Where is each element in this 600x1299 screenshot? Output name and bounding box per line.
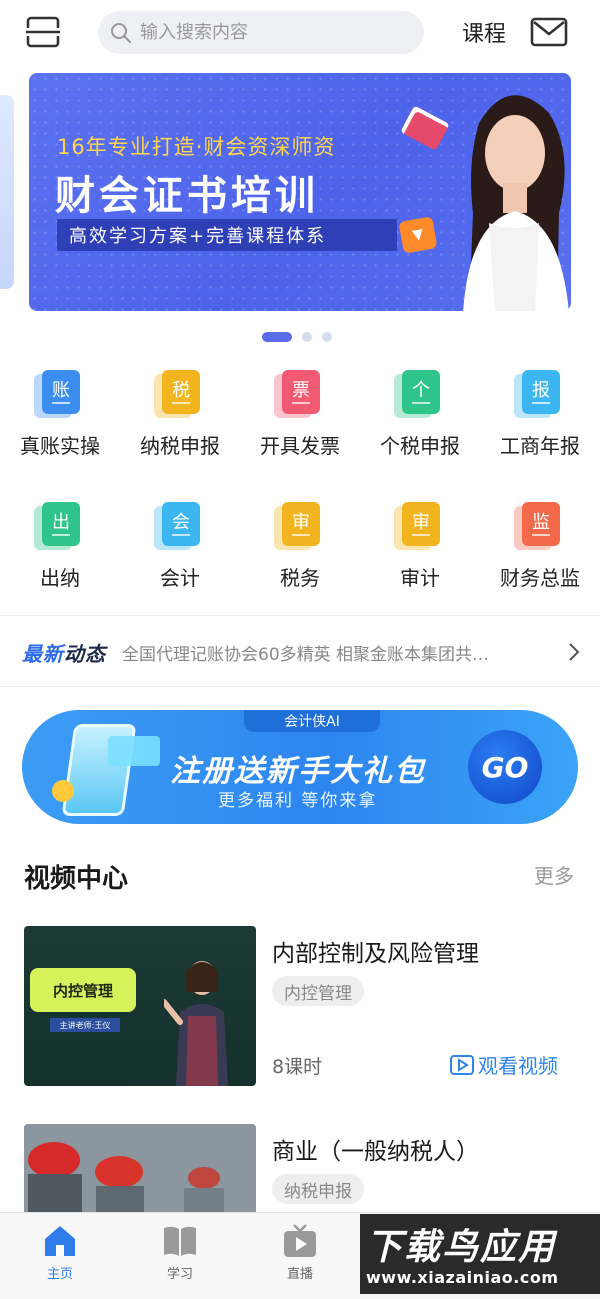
watch-video-button[interactable]: 观看视频 <box>450 1050 558 1079</box>
promo-banner[interactable]: 16年专业打造·财会资深师资 财会证书培训 高效学习方案+完善课程体系 ▼ <box>29 73 571 311</box>
menu-item-cfo[interactable]: 监 财务总监 <box>480 502 600 591</box>
video-card[interactable]: 内控管理 主讲老师:王仪 内部控制及风险管理 内控管理 8课时 观看视频 <box>24 926 576 1088</box>
feature-grid-row-1: 账 真账实操 税 纳税申报 票 开具发票 个 个税申报 报 工商年报 <box>0 370 600 459</box>
invoice-icon: 票 <box>274 370 326 422</box>
banner-model-image <box>463 95 569 311</box>
banner-peek-prev[interactable] <box>0 95 14 289</box>
banner-subtitle: 16年专业打造·财会资深师资 <box>57 135 336 159</box>
scan-icon[interactable] <box>26 16 60 48</box>
menu-item-cashier[interactable]: 出 出纳 <box>0 502 120 591</box>
menu-item-personal-tax[interactable]: 个 个税申报 <box>360 370 480 459</box>
news-headline[interactable]: 全国代理记账协会60多精英 相聚金账本集团共… <box>122 640 532 665</box>
video-title[interactable]: 商业（一般纳税人） <box>272 1132 479 1166</box>
menu-label: 出纳 <box>40 566 80 590</box>
pager-dot-active[interactable] <box>262 332 292 342</box>
section-title-video-center: 视频中心 <box>24 864 129 894</box>
home-icon <box>45 1226 75 1256</box>
pager-dot[interactable] <box>322 332 332 342</box>
banner-pager <box>262 332 332 342</box>
ledger-icon: 账 <box>34 370 86 422</box>
menu-item-accounting[interactable]: 会 会计 <box>120 502 240 591</box>
more-link[interactable]: 更多 <box>534 860 574 889</box>
accounting-icon: 会 <box>154 502 206 554</box>
news-badge: 最新动态 <box>22 641 106 666</box>
pager-dot[interactable] <box>302 332 312 342</box>
audit-icon: 审 <box>394 502 446 554</box>
mail-icon[interactable] <box>530 16 568 48</box>
signup-promo-banner[interactable]: 会计侠AI 注册送新手大礼包 更多福利 等你来拿 GO <box>22 710 578 824</box>
menu-label: 税务 <box>280 566 320 590</box>
menu-item-annual-report[interactable]: 报 工商年报 <box>480 370 600 459</box>
banner-tagline: 高效学习方案+完善课程体系 <box>57 219 397 251</box>
nav-label: 主页 <box>46 1267 73 1282</box>
nav-item-home[interactable]: 主页 <box>0 1213 120 1299</box>
go-button[interactable]: GO <box>468 730 542 804</box>
watch-video-label: 观看视频 <box>478 1054 558 1078</box>
menu-item-invoice[interactable]: 票 开具发票 <box>240 370 360 459</box>
video-tag: 内控管理 <box>272 976 364 1006</box>
banner-title: 财会证书培训 <box>55 173 319 219</box>
tax-icon: 税 <box>154 370 206 422</box>
video-tag: 纳税申报 <box>272 1174 364 1204</box>
search-icon <box>111 22 132 43</box>
feature-grid-row-2: 出 出纳 会 会计 审 税务 审 审计 监 财务总监 <box>0 502 600 591</box>
promo-tag: 会计侠AI <box>244 710 380 732</box>
coin-illustration <box>52 780 74 802</box>
cashier-icon: 出 <box>34 502 86 554</box>
watermark-url: www.xiazainiao.com <box>366 1268 559 1287</box>
search-input[interactable] <box>140 22 400 43</box>
menu-label: 会计 <box>160 566 200 590</box>
menu-item-audit[interactable]: 审 审计 <box>360 502 480 591</box>
menu-label: 个税申报 <box>380 434 460 458</box>
watermark-overlay: 下载鸟应用 www.xiazainiao.com <box>360 1214 600 1294</box>
menu-item-real-accounts[interactable]: 账 真账实操 <box>0 370 120 459</box>
promo-subtitle: 更多福利 等你来拿 <box>218 791 378 811</box>
menu-label: 财务总监 <box>500 566 580 590</box>
play-triangle-icon: ▼ <box>398 216 438 254</box>
watermark-text: 下载鸟应用 <box>366 1227 557 1268</box>
video-title[interactable]: 内部控制及风险管理 <box>272 934 479 968</box>
report-icon: 报 <box>514 370 566 422</box>
search-bar[interactable] <box>98 11 424 54</box>
nav-item-study[interactable]: 学习 <box>120 1213 240 1299</box>
top-bar: 课程 <box>0 0 600 66</box>
menu-label: 工商年报 <box>500 434 580 458</box>
chevron-right-icon[interactable] <box>566 642 582 662</box>
book-icon <box>164 1226 196 1256</box>
promo-title: 注册送新手大礼包 <box>170 754 426 789</box>
menu-label: 审计 <box>400 566 440 590</box>
teacher-image <box>164 961 228 1086</box>
taxation-icon: 审 <box>274 502 326 554</box>
thumbnail-teacher-name: 主讲老师:王仪 <box>50 1018 120 1032</box>
divider <box>0 686 600 687</box>
course-link[interactable]: 课程 <box>462 16 506 48</box>
personal-tax-icon: 个 <box>394 370 446 422</box>
divider <box>0 615 600 616</box>
menu-label: 开具发票 <box>260 434 340 458</box>
play-icon <box>450 1054 474 1075</box>
tv-play-icon <box>284 1224 316 1257</box>
thumbnail-board: 内控管理 <box>30 968 136 1012</box>
menu-item-taxation[interactable]: 审 税务 <box>240 502 360 591</box>
card-illustration <box>108 736 160 766</box>
menu-label: 纳税申报 <box>140 434 220 458</box>
nav-label: 学习 <box>166 1267 193 1282</box>
nav-item-live[interactable]: 直播 <box>240 1213 360 1299</box>
supervisor-icon: 监 <box>514 502 566 554</box>
menu-item-tax-filing[interactable]: 税 纳税申报 <box>120 370 240 459</box>
news-ticker[interactable]: 最新动态 全国代理记账协会60多精英 相聚金账本集团共… <box>22 630 582 674</box>
menu-label: 真账实操 <box>20 434 100 458</box>
nav-label: 直播 <box>286 1267 313 1282</box>
video-hours: 8课时 <box>272 1056 323 1078</box>
video-thumbnail[interactable]: 内控管理 主讲老师:王仪 <box>24 926 256 1086</box>
